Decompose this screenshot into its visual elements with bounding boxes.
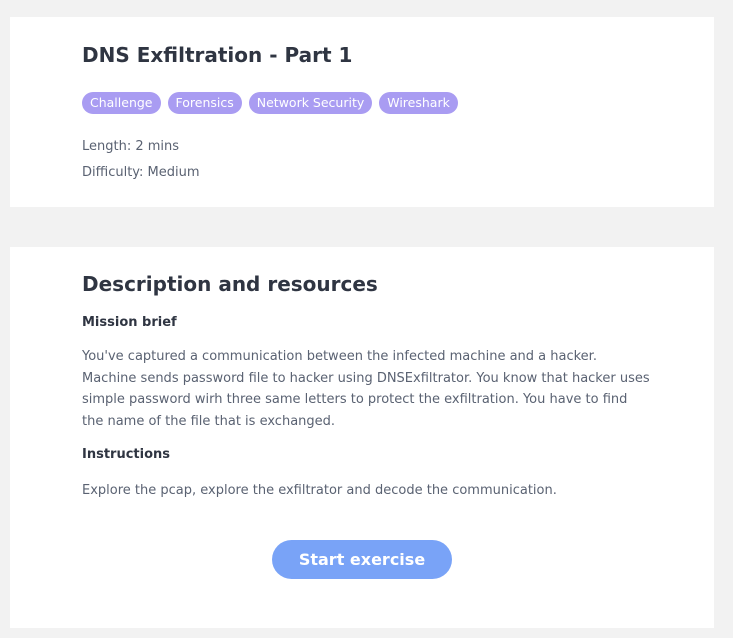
instructions-text: Explore the pcap, explore the exfiltrato…	[82, 483, 557, 498]
exercise-difficulty: Difficulty: Medium	[82, 165, 200, 180]
mission-brief-text: You've captured a communication between …	[82, 349, 650, 429]
exercise-length: Length: 2 mins	[82, 139, 180, 154]
mission-brief-heading: Mission brief	[82, 315, 177, 330]
tag-network-security[interactable]: Network Security	[248, 92, 373, 114]
tag-forensics[interactable]: Forensics	[167, 92, 242, 114]
description-heading: Description and resources	[82, 272, 378, 296]
tag-challenge[interactable]: Challenge	[82, 92, 161, 114]
tag-list: Challenge Forensics Network Security Wir…	[82, 92, 458, 114]
exercise-title: DNS Exfiltration - Part 1	[82, 43, 353, 67]
description-card: Description and resources Mission brief …	[10, 247, 714, 628]
tag-wireshark[interactable]: Wireshark	[379, 92, 458, 114]
instructions-heading: Instructions	[82, 447, 171, 462]
exercise-header-card: DNS Exfiltration - Part 1 Challenge Fore…	[10, 17, 714, 207]
start-exercise-button[interactable]: Start exercise	[272, 540, 452, 579]
